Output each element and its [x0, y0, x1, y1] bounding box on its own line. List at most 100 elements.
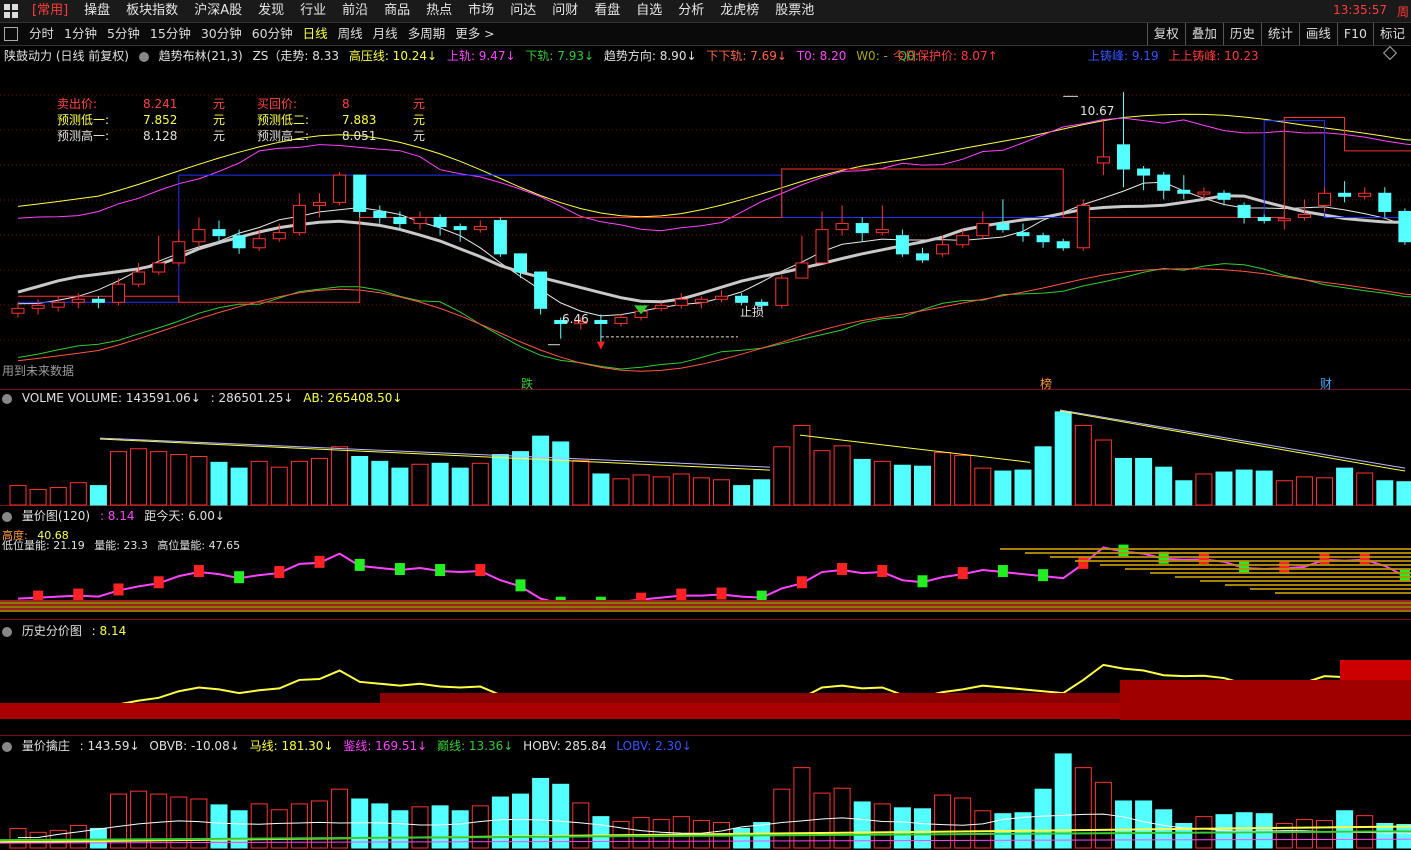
- lp-price-block: [475, 564, 486, 577]
- qz-volume-bar: [632, 817, 650, 849]
- candle-body: [51, 301, 65, 308]
- lp-right-band: [1025, 552, 1411, 554]
- volume-bar: [110, 451, 127, 506]
- lp-volume-band: [0, 604, 1411, 606]
- volume-bar: [572, 459, 590, 506]
- event-tag-finance[interactable]: 财: [1320, 375, 1332, 392]
- lp-price-block: [193, 565, 204, 578]
- qz-volume-bar: [1034, 788, 1052, 849]
- sell-signal-icon: [596, 341, 605, 350]
- lower-outer-band: [17, 268, 1411, 372]
- candle-body: [1117, 144, 1130, 170]
- lp-price-block: [676, 588, 687, 601]
- lp-price-block: [796, 576, 807, 589]
- lp-val: : 8.14: [99, 509, 135, 523]
- candle-body: [1257, 217, 1271, 222]
- qz-volume-bar: [974, 810, 992, 849]
- chart-canvas[interactable]: [0, 0, 1411, 850]
- qz-name: 量价擒庄: [21, 739, 70, 753]
- candle-body: [674, 298, 688, 306]
- lp-volume-band: [0, 608, 1411, 610]
- candle-body: [453, 226, 467, 231]
- candle-body: [956, 235, 970, 246]
- candle-body: [1197, 191, 1211, 195]
- lp-price-block: [435, 564, 446, 577]
- low-price-label: 6.46: [562, 312, 589, 326]
- volume-v2: : 286501.25↓: [210, 391, 294, 405]
- volume-bar: [672, 473, 690, 506]
- qz-volume-bar: [813, 792, 831, 849]
- volume-name: VOLME VOLUME: 143591.06↓: [21, 391, 201, 405]
- volume-bar: [632, 474, 650, 506]
- qz-volume-bar: [491, 796, 509, 849]
- candle-body: [895, 235, 909, 255]
- lp-name: 量价图(120): [21, 509, 91, 523]
- qz-volume-bar: [672, 816, 690, 849]
- candle-body: [594, 319, 608, 325]
- volume-bar: [1376, 480, 1394, 506]
- qz-header: 量价擒庄 : 143.59↓ OBVB: -10.08↓ 马线: 181.30↓…: [2, 737, 698, 754]
- qz-hobv: HOBV: 285.84: [523, 739, 607, 753]
- qz-volume-bar: [1115, 800, 1132, 849]
- lp-price-block: [837, 563, 848, 575]
- lp-price-block: [716, 587, 727, 600]
- hist-val: : 8.14: [91, 624, 127, 638]
- lp-right-band: [1000, 548, 1411, 550]
- lp-price-block: [1198, 552, 1209, 565]
- volume-bar: [1316, 477, 1333, 506]
- volume-bar: [431, 462, 449, 506]
- volume-bar: [49, 487, 67, 506]
- lp-price-block: [1038, 569, 1049, 582]
- candle-body: [91, 298, 105, 303]
- volume-bar: [311, 457, 328, 506]
- candle-body: [373, 210, 387, 218]
- volume-bar: [1094, 439, 1112, 506]
- qz-volume-bar: [893, 807, 911, 849]
- volume-bar: [1115, 457, 1132, 506]
- qz-volume-bar: [1396, 823, 1411, 849]
- volume-bar: [471, 462, 489, 506]
- volume-bar: [9, 485, 27, 506]
- event-tag-list[interactable]: 榜: [1040, 375, 1052, 392]
- lp-low-energy: 低位量能: 21.19: [2, 539, 85, 552]
- qz-volume-bar: [733, 827, 751, 849]
- volume-bar: [773, 446, 791, 506]
- qz-volume-bar: [592, 816, 610, 849]
- qz-volume-bar: [69, 824, 87, 849]
- candle-body: [172, 241, 186, 264]
- lp-menu-icon[interactable]: [2, 511, 12, 522]
- lp-right-band: [1225, 584, 1411, 586]
- lp-high-energy: 高位量能: 47.65: [157, 539, 241, 552]
- volume-bar: [230, 467, 248, 506]
- high-price-label: 10.67: [1080, 104, 1115, 118]
- volume-bar: [793, 424, 811, 506]
- candle-body: [1016, 232, 1030, 237]
- candle-body: [71, 298, 85, 303]
- lp-price-block: [1399, 569, 1410, 582]
- candle-body: [292, 204, 306, 234]
- volume-menu-icon[interactable]: [2, 393, 12, 404]
- hist-distribution-band: [1340, 660, 1411, 680]
- lp-right-band: [1150, 572, 1411, 574]
- candle-body: [192, 229, 206, 243]
- lp-days: 距今天: 6.00↓: [144, 509, 225, 523]
- candle-body: [112, 283, 125, 303]
- hist-menu-icon[interactable]: [2, 626, 12, 637]
- qz-val: : 143.59↓: [79, 739, 140, 753]
- qz-menu-icon[interactable]: [2, 741, 12, 752]
- volume-bar: [1255, 470, 1273, 506]
- upper-band: [17, 117, 1411, 232]
- volume-bar: [1215, 471, 1233, 506]
- event-tag-down[interactable]: 跌: [521, 375, 533, 392]
- qz-volume-bar: [9, 827, 27, 849]
- volume-ab: AB: 265408.50↓: [303, 391, 403, 405]
- volume-bar: [954, 455, 972, 506]
- volume-bar: [934, 452, 952, 506]
- volume-bar: [552, 441, 570, 506]
- lp-price-block: [515, 579, 526, 592]
- volume-bar: [652, 476, 670, 506]
- hist-name: 历史分价图: [21, 624, 82, 638]
- lp-right-band: [1125, 568, 1411, 570]
- lp-price-block: [1319, 552, 1330, 565]
- candle-body: [473, 226, 487, 231]
